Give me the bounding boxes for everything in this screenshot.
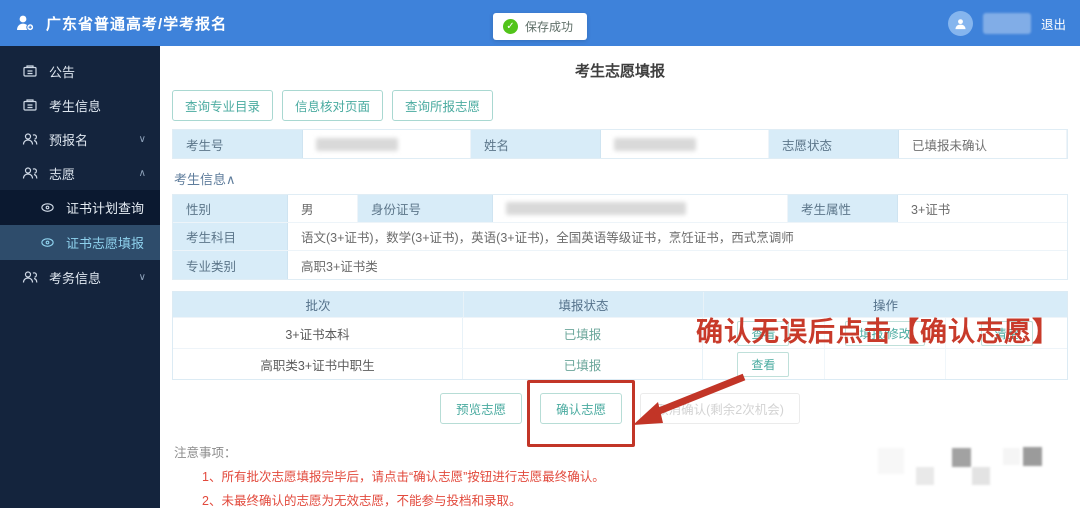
watermark-block — [1023, 447, 1042, 466]
submenu-label: 证书志愿填报 — [66, 236, 145, 251]
subjects-value: 语文(3+证书)，数学(3+证书)，英语(3+证书)，全国英语等级证书，烹饪证书… — [301, 231, 794, 245]
batch-name: 高职类3+证书中职生 — [173, 349, 463, 379]
op-subcell — [946, 349, 1067, 379]
candidate-summary-row: 考生号 姓名 志愿状态 已填报未确认 — [172, 129, 1068, 159]
person-icon — [22, 269, 38, 285]
cancel-confirm-button: 取消确认(剩余2次机会) — [640, 393, 800, 424]
note-item: 2、未最终确认的志愿为无效志愿，不能参与投档和录取。 — [202, 494, 522, 508]
chevron-down-icon: ∨ — [138, 271, 146, 283]
annotation-text: 确认无误后点击【确认志愿】 — [696, 317, 1060, 347]
person-icon — [22, 131, 38, 147]
redacted-value — [316, 137, 398, 151]
bottom-actions-row: 预览志愿 确认志愿 取消确认(剩余2次机会) — [160, 373, 1080, 447]
subjects-label: 考生科目 — [173, 223, 288, 250]
watermark-block — [952, 448, 971, 467]
name-label: 姓名 — [471, 130, 601, 158]
watermark-block — [916, 467, 934, 485]
top-header-bar: 广东省普通高考/学考报名 ✓ 保存成功 退出 — [0, 0, 1080, 46]
redacted-value — [506, 202, 686, 215]
major-category-value: 高职3+证书类 — [301, 259, 378, 274]
name-value — [601, 130, 769, 158]
username-redacted — [982, 12, 1031, 34]
sidebar-label: 考务信息 — [49, 270, 102, 286]
announcement-icon — [22, 63, 38, 79]
watermark-block — [1003, 448, 1020, 465]
person-icon — [22, 165, 38, 181]
sidebar-item-volunteer[interactable]: 志愿 ∧ — [0, 156, 160, 190]
batch-name: 3+证书本科 — [173, 318, 463, 348]
chevron-up-icon: ∧ — [138, 167, 146, 179]
op-subcell: 查看 — [703, 349, 825, 379]
id-number-label: 身份证号 — [358, 195, 493, 222]
id-number-value — [493, 195, 788, 222]
header-user-area: 退出 — [947, 10, 1066, 36]
toast-message: 保存成功 — [524, 20, 574, 34]
info-row-basic: 性别 男 身份证号 考生属性 3+证书 — [173, 195, 1067, 223]
header-fill-status: 填报状态 — [463, 292, 703, 317]
page-title: 考生志愿填报 — [574, 63, 665, 80]
submenu-label: 证书计划查询 — [66, 201, 145, 216]
info-row-category: 专业类别 高职3+证书类 — [173, 251, 1067, 279]
confirm-volunteer-wrapper: 确认志愿 — [527, 373, 746, 447]
notes-title: 注意事项： — [174, 446, 237, 460]
candidate-info-collapse-toggle[interactable]: 考生信息∧ — [174, 169, 236, 188]
app-window: 广东省普通高考/学考报名 ✓ 保存成功 退出 公告 考生信息 预报名 ∨ 志愿 … — [0, 0, 1080, 508]
candidate-no-label: 考生号 — [173, 130, 303, 158]
fill-status: 已填报 — [463, 349, 703, 379]
gender-value: 男 — [288, 195, 358, 222]
person-plus-icon — [14, 12, 36, 34]
operations-cell: 查看 — [703, 349, 1067, 379]
main-content: 考生志愿填报 查询专业目录 信息核对页面 查询所报志愿 考生号 姓名 志愿状态 … — [160, 46, 1080, 508]
candidate-no-value — [303, 130, 471, 158]
watermark-block — [972, 467, 990, 485]
sidebar-item-exam-info[interactable]: 考务信息 ∨ — [0, 260, 160, 294]
confirm-volunteer-button[interactable]: 确认志愿 — [540, 393, 623, 424]
toolbar: 查询专业目录 信息核对页面 查询所报志愿 — [172, 90, 1080, 121]
success-check-icon: ✓ — [502, 19, 518, 34]
gender-label: 性别 — [173, 195, 288, 222]
submenu-item-cert-volunteer-fill[interactable]: 证书志愿填报 — [0, 225, 160, 260]
candidate-attr-label: 考生属性 — [788, 195, 898, 222]
chevron-down-icon: ∨ — [138, 133, 146, 145]
candidate-info-table: 性别 男 身份证号 考生属性 3+证书 考生科目 语文(3+证书)，数学(3+证… — [172, 194, 1068, 280]
op-subcell — [825, 349, 947, 379]
note-item: 1、所有批次志愿填报完毕后，请点击“确认志愿”按钮进行志愿最终确认。 — [202, 470, 605, 484]
candidate-attr-value: 3+证书 — [911, 203, 951, 217]
query-filed-volunteer-button[interactable]: 查询所报志愿 — [392, 90, 494, 121]
sidebar-label: 志愿 — [49, 166, 76, 182]
fill-status: 已填报 — [463, 318, 703, 348]
sidebar-item-pre-register[interactable]: 预报名 ∨ — [0, 122, 160, 156]
logout-button[interactable]: 退出 — [1041, 14, 1066, 33]
volunteer-status-label: 志愿状态 — [769, 130, 899, 158]
volunteer-submenu: 证书计划查询 证书志愿填报 — [0, 190, 160, 260]
sidebar-item-announcements[interactable]: 公告 — [0, 54, 160, 88]
app-logo: 广东省普通高考/学考报名 — [14, 12, 227, 34]
save-success-toast: ✓ 保存成功 — [492, 13, 588, 40]
sidebar-item-candidate-info[interactable]: 考生信息 — [0, 88, 160, 122]
info-row-subjects: 考生科目 语文(3+证书)，数学(3+证书)，英语(3+证书)，全国英语等级证书… — [173, 223, 1067, 251]
query-major-catalog-button[interactable]: 查询专业目录 — [172, 90, 274, 121]
table-row: 高职类3+证书中职生 已填报 查看 — [173, 348, 1067, 379]
eye-icon — [40, 200, 56, 215]
sidebar-nav: 公告 考生信息 预报名 ∨ 志愿 ∧ 证书计划查询 证书志愿填报 考务信息 ∨ — [0, 46, 160, 508]
user-avatar[interactable] — [947, 10, 973, 36]
sidebar-label: 预报名 — [49, 132, 89, 148]
sidebar-label: 公告 — [49, 64, 76, 80]
major-category-label: 专业类别 — [173, 251, 288, 279]
notes-section: 注意事项： 1、所有批次志愿填报完毕后，请点击“确认志愿”按钮进行志愿最终确认。… — [174, 442, 1080, 508]
submenu-item-cert-plan-query[interactable]: 证书计划查询 — [0, 190, 160, 225]
header-batch: 批次 — [305, 299, 331, 313]
redacted-value — [614, 137, 696, 151]
info-check-page-button[interactable]: 信息核对页面 — [282, 90, 384, 121]
candidate-info-icon — [22, 97, 38, 113]
watermark-block — [878, 448, 904, 474]
app-title: 广东省普通高考/学考报名 — [46, 15, 228, 33]
view-button[interactable]: 查看 — [737, 351, 790, 377]
eye-icon — [40, 235, 56, 250]
sidebar-label: 考生信息 — [49, 98, 102, 114]
preview-volunteer-button[interactable]: 预览志愿 — [440, 393, 523, 424]
volunteer-status-value: 已填报未确认 — [899, 130, 1067, 158]
